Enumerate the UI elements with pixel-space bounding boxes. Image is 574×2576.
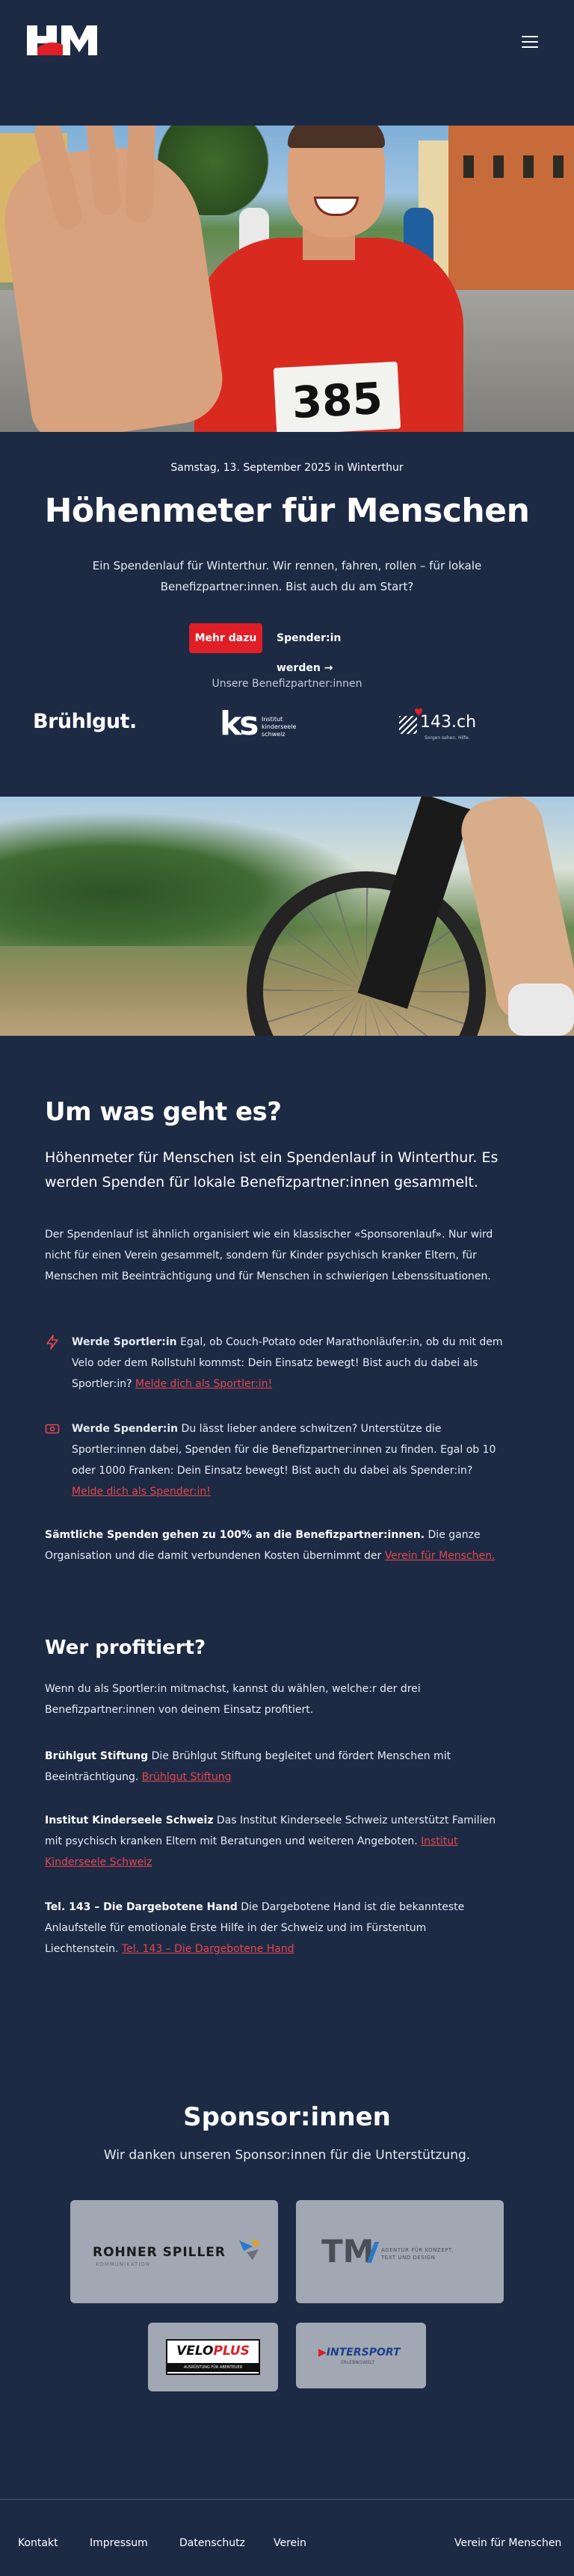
partner-kinderseele: Institut Kinderseele Schweiz Das Institu… <box>45 1814 496 1868</box>
page-title: Höhenmeter für Menschen <box>44 492 530 530</box>
footer-link-datenschutz[interactable]: Datenschutz <box>179 2537 245 2549</box>
verein-link[interactable]: Verein für Menschen. <box>385 1550 496 1562</box>
money-icon <box>45 1424 60 1434</box>
hero-image-runner: 385 <box>0 126 574 432</box>
kinderseele-logo[interactable]: ks Institut kinderseele schweiz <box>220 705 302 746</box>
bruehlgut-link[interactable]: Brühlgut Stiftung <box>142 1771 232 1783</box>
footer-verein-name[interactable]: Verein für Menschen <box>454 2537 561 2549</box>
spender-feature: Werde Spender:in Du lässt lieber andere … <box>45 1418 508 1507</box>
sponsors-subtitle: Wir danken unseren Sponsor:innen für die… <box>103 2148 471 2163</box>
sponsor-tm[interactable]: TM AGENTUR FÜR KONZEPT, TEXT UND DESIGN <box>296 2200 504 2303</box>
hm-logo[interactable] <box>27 25 99 58</box>
tel143-logo[interactable]: ♥ 143.ch Sorgen sehen. Hilfe. <box>399 704 481 746</box>
become-donor-link[interactable]: Spender:in werden → <box>277 623 389 674</box>
sponsor-rohner-spiller[interactable]: ROHNER SPILLER KOMMUNIKATION <box>70 2200 278 2303</box>
rohner-spiller-mark-icon <box>239 2239 260 2260</box>
all-donations-note: Sämtliche Spenden gehen zu 100% an die B… <box>45 1529 496 1562</box>
sportler-feature: Werde Sportler:in Egal, ob Couch-Potato … <box>45 1332 508 1399</box>
sponsor-veloplus[interactable]: VELOPLUS AUSRÜSTUNG FÜR ABENTEUER <box>148 2323 278 2391</box>
about-lead: Höhenmeter für Menschen ist ein Spendenl… <box>45 1149 499 1190</box>
register-athlete-link[interactable]: Melde dich als Sportler:in! <box>135 1378 272 1390</box>
about-intro: Der Spendenlauf ist ähnlich organisiert … <box>45 1229 493 1282</box>
benefit-heading: Wer profitiert? <box>45 1637 206 1659</box>
hamburger-menu-icon[interactable] <box>522 36 538 48</box>
about-heading: Um was geht es? <box>45 1097 282 1127</box>
bike-image <box>0 797 574 1036</box>
more-info-button[interactable]: Mehr dazu <box>189 623 262 653</box>
tel143-link[interactable]: Tel. 143 – Die Dargebotene Hand <box>122 1943 294 1955</box>
register-donor-link[interactable]: Melde dich als Spender:in! <box>72 1486 211 1498</box>
event-date: Samstag, 13. September 2025 in Winterthu… <box>170 462 404 474</box>
benefit-intro: Wenn du als Sportler:in mitmachst, kanns… <box>45 1683 421 1716</box>
footer-link-kontakt[interactable]: Kontakt <box>18 2537 58 2549</box>
hero-lead: Ein Spendenlauf für Winterthur. Wir renn… <box>92 559 482 593</box>
footer-link-verein[interactable]: Verein <box>274 2537 306 2549</box>
bruehlgut-logo[interactable]: Brühlgut. <box>33 710 137 733</box>
sponsor-intersport[interactable]: ▶INTERSPORT ERLEBNISWELT <box>296 2323 426 2388</box>
partner-tel143: Tel. 143 – Die Dargebotene Hand Die Darg… <box>45 1901 465 1955</box>
site-header <box>0 0 574 82</box>
partner-bruehlgut: Brühlgut Stiftung Die Brühlgut Stiftung … <box>45 1750 451 1783</box>
partners-caption: Unsere Benefizpartner:innen <box>212 678 362 690</box>
footer-link-impressum[interactable]: Impressum <box>90 2537 148 2549</box>
footer-divider <box>0 2499 574 2500</box>
lightning-icon <box>46 1335 58 1350</box>
sponsors-heading: Sponsor:innen <box>183 2102 391 2132</box>
race-bib: 385 <box>273 361 401 432</box>
